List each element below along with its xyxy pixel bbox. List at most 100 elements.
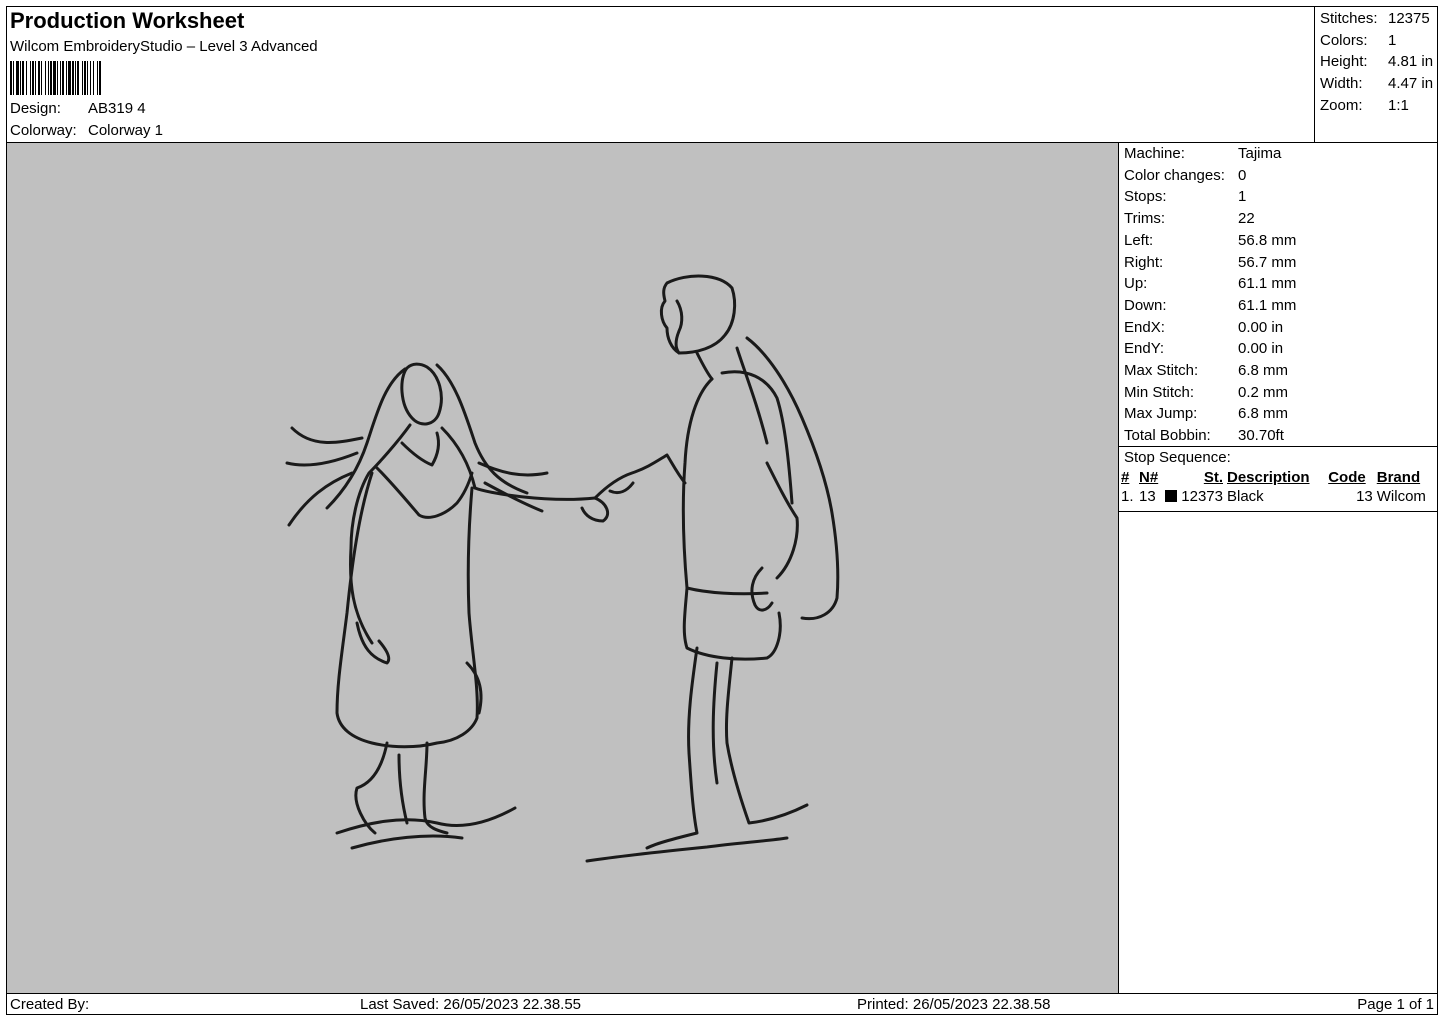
design-label: Design: (10, 100, 61, 117)
stat-label: Colors: (1320, 31, 1368, 49)
machine-info-value: 0 (1238, 166, 1247, 184)
machine-info-value: 6.8 mm (1238, 405, 1289, 423)
machine-info-label: Down: (1124, 296, 1167, 314)
barcode (10, 61, 168, 95)
machine-info-value: 56.7 mm (1238, 253, 1297, 271)
machine-info-value: 0.00 in (1238, 340, 1284, 358)
column-header: N# (1139, 469, 1159, 486)
colorway-value: Colorway 1 (88, 121, 164, 139)
machine-info-row: Color changes: 0 (1124, 165, 1296, 187)
thread-description: Black (1227, 488, 1264, 505)
machine-info-row: Left: 56.8 mm (1124, 230, 1296, 252)
machine-info-label: Right: (1124, 253, 1164, 271)
created-by: Created By: (10, 996, 90, 1013)
stat-value: 4.47 in (1388, 75, 1434, 93)
machine-info-label: Stops: (1124, 188, 1167, 206)
footer: Created By: Last Saved: 26/05/2023 22.38… (6, 993, 1438, 1015)
machine-info-row: Max Stitch: 6.8 mm (1124, 360, 1296, 382)
page-title: Production Worksheet (10, 8, 245, 33)
machine-info-label: EndX: (1124, 318, 1165, 336)
stat-value: 1:1 (1388, 96, 1409, 114)
stat-row: Width: 4.47 in (1320, 73, 1433, 95)
design-info: Design: AB319 4 Colorway: Colorway 1 (10, 98, 163, 141)
design-preview (7, 143, 1118, 993)
machine-info-label: EndY: (1124, 340, 1165, 358)
design-row: Design: AB319 4 (10, 98, 163, 120)
last-saved: Last Saved: 26/05/2023 22.38.55 (360, 996, 582, 1013)
machine-info-value: 56.8 mm (1238, 231, 1297, 249)
needle-number: 13 (1139, 488, 1156, 505)
machine-info-row: EndY: 0.00 in (1124, 338, 1296, 360)
machine-panel: Machine: Tajima Color changes: 0 Stops: 1 T… (1118, 143, 1438, 993)
machine-info-row: Up: 61.1 mm (1124, 273, 1296, 295)
stat-row: Height: 4.81 in (1320, 51, 1433, 73)
machine-info-label: Min Stitch: (1124, 383, 1195, 401)
machine-info-list: Machine: Tajima Color changes: 0 Stops: 1 T… (1124, 143, 1296, 447)
machine-info-row: Down: 61.1 mm (1124, 295, 1296, 317)
column-header: Code (1328, 469, 1366, 486)
stitch-count-cell: 12373 (1163, 487, 1225, 506)
machine-info-label: Machine: (1124, 145, 1185, 162)
machine-info-row: Trims: 22 (1124, 208, 1296, 230)
stat-label: Stitches: (1320, 10, 1378, 27)
machine-info-label: Left: (1124, 231, 1154, 249)
machine-info-value: 61.1 mm (1238, 296, 1297, 314)
machine-info-row: Right: 56.7 mm (1124, 252, 1296, 274)
page-number: Page 1 of 1 (1357, 996, 1434, 1013)
machine-info-value: 0.00 in (1238, 318, 1284, 336)
thread-code: 13 (1356, 488, 1373, 505)
stats-panel: Stitches: 12375 Colors: 1 Height: 4.81 in W… (1314, 6, 1439, 142)
machine-info-row: Min Stitch: 0.2 mm (1124, 382, 1296, 404)
stat-row: Stitches: 12375 (1320, 8, 1433, 30)
machine-info-label: Total Bobbin: (1124, 427, 1211, 445)
printed-date: Printed: 26/05/2023 22.38.58 (857, 996, 1051, 1013)
machine-info-row: EndX: 0.00 in (1124, 317, 1296, 339)
machine-info-label: Color changes: (1124, 166, 1225, 184)
machine-info-value: Tajima (1238, 145, 1282, 162)
stat-label: Zoom: (1320, 96, 1363, 114)
machine-info-label: Max Stitch: (1124, 362, 1199, 380)
software-name: Wilcom EmbroideryStudio – Level 3 Advanc… (10, 38, 318, 55)
machine-info-value: 0.2 mm (1238, 383, 1289, 401)
machine-info-row: Total Bobbin: 30.70ft (1124, 425, 1296, 447)
machine-info-row: Max Jump: 6.8 mm (1124, 403, 1296, 425)
man-figure (585, 274, 840, 863)
column-header: # (1121, 469, 1130, 486)
stitch-count: 12373 (1181, 488, 1223, 505)
stop-sequence-table: # N# St. Description Code Brand 1. 13 12… (1119, 468, 1437, 506)
embroidery-artwork (285, 274, 840, 863)
stat-value: 4.81 in (1388, 53, 1434, 71)
stat-value: 1 (1388, 31, 1397, 49)
woman-figure (285, 362, 610, 850)
colorway-label: Colorway: (10, 121, 77, 139)
colorway-row: Colorway: Colorway 1 (10, 120, 163, 142)
machine-info-label: Max Jump: (1124, 405, 1198, 423)
stat-row: Colors: 1 (1320, 30, 1433, 52)
machine-info-value: 30.70ft (1238, 427, 1284, 445)
thread-brand: Wilcom (1376, 488, 1426, 505)
machine-info-row: Machine: Tajima (1124, 143, 1296, 165)
machine-info-label: Up: (1124, 275, 1148, 293)
stop-sequence-label: Stop Sequence: (1124, 449, 1231, 466)
machine-info-row: Stops: 1 (1124, 186, 1296, 208)
table-header-row: # N# St. Description Code Brand (1119, 468, 1437, 487)
table-divider (1119, 511, 1438, 512)
design-value: AB319 4 (88, 100, 146, 117)
machine-info-value: 22 (1238, 210, 1255, 228)
stop-index: 1. (1121, 488, 1134, 505)
stat-row: Zoom: 1:1 (1320, 95, 1433, 117)
column-header: Description (1227, 469, 1310, 486)
machine-info-label: Trims: (1124, 210, 1166, 228)
stat-label: Width: (1320, 75, 1363, 93)
stat-value: 12375 (1388, 10, 1430, 27)
table-row: 1. 13 12373 Black 13 Wilcom (1119, 487, 1437, 506)
stat-label: Height: (1320, 53, 1368, 71)
barcode-bar (101, 61, 102, 95)
machine-info-value: 6.8 mm (1238, 362, 1289, 380)
header-block: Production Worksheet Wilcom EmbroiderySt… (10, 8, 318, 95)
column-header: Brand (1376, 469, 1421, 486)
machine-info-value: 1 (1238, 188, 1247, 206)
machine-info-value: 61.1 mm (1238, 275, 1297, 293)
stats-list: Stitches: 12375 Colors: 1 Height: 4.81 in W… (1320, 8, 1433, 117)
color-swatch (1165, 490, 1178, 502)
